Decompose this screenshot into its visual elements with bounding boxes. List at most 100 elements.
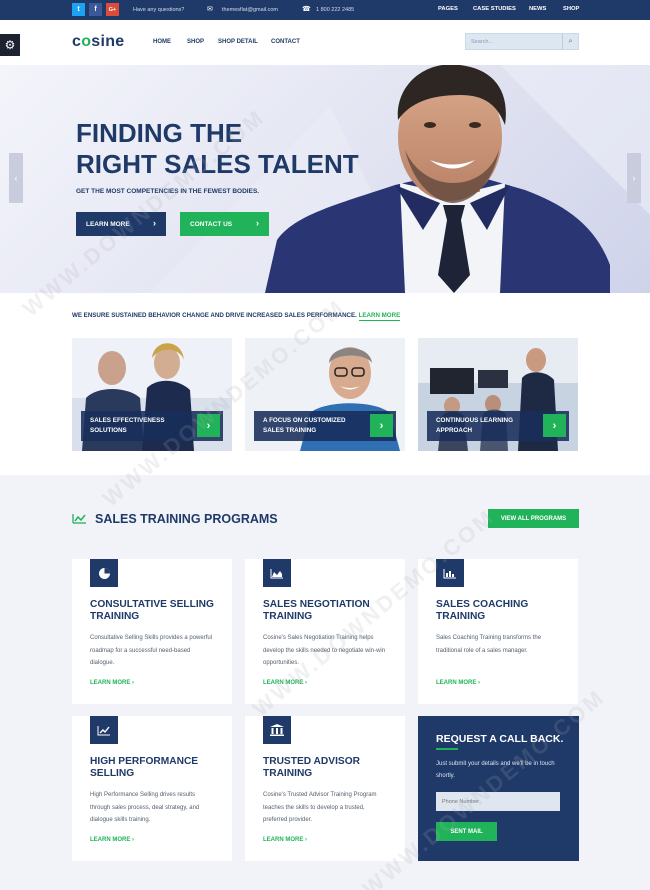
topnav-shop[interactable]: SHOP	[563, 6, 579, 12]
chevron-right-icon: ›	[478, 680, 481, 686]
tile-caption-line1: CONTINUOUS LEARNING	[436, 417, 513, 424]
callback-title: REQUEST A CALL BACK.	[436, 733, 564, 745]
pie-chart-icon	[90, 559, 118, 587]
learn-more-label: LEARN MORE	[436, 680, 477, 686]
program-description: High Performance Selling drives results …	[90, 792, 200, 823]
search-input[interactable]: Search... ⌕	[465, 33, 579, 50]
hero-contact-button[interactable]: CONTACT US ›	[180, 212, 269, 236]
tile-caption-line1: SALES EFFECTIVENESS	[90, 417, 165, 424]
hero-title-line1: FINDING THE	[76, 118, 243, 148]
title-underline	[436, 748, 458, 750]
program-learn-more-link[interactable]: LEARN MORE ›	[263, 837, 307, 843]
line-chart-icon	[90, 716, 118, 744]
intro-text: WE ENSURE SUSTAINED BEHAVIOR CHANGE AND …	[72, 312, 357, 319]
tile-caption: A FOCUS ON CUSTOMIZED SALES TRAINING ›	[254, 411, 396, 441]
program-description: Cosine's Trusted Advisor Training Progra…	[263, 792, 377, 823]
view-all-programs-button[interactable]: VIEW ALL PROGRAMS	[488, 509, 579, 528]
program-description: Cosine's Sales Negotiation Training help…	[263, 635, 386, 666]
learn-more-label: LEARN MORE	[263, 680, 304, 686]
hero-next-arrow[interactable]: ›	[627, 153, 641, 203]
phone-number-input[interactable]	[436, 792, 560, 811]
nav-shop-detail[interactable]: SHOP DETAIL	[218, 39, 258, 45]
twitter-icon[interactable]: t	[72, 3, 85, 16]
chevron-left-icon: ‹	[14, 173, 18, 183]
program-card: CONSULTATIVE SELLING TRAINING Consultati…	[72, 559, 232, 704]
chevron-right-icon: ›	[305, 837, 308, 843]
logo-text-start: c	[72, 33, 82, 50]
hero-slider: ‹ › FINDING THE RIGHT SALES TALENT GET TH…	[0, 65, 650, 293]
hero-learn-more-button[interactable]: LEARN MORE ›	[76, 212, 166, 236]
program-title[interactable]: CONSULTATIVE SELLING TRAINING	[90, 599, 225, 623]
program-card: HIGH PERFORMANCE SELLING High Performanc…	[72, 716, 232, 861]
gear-icon[interactable]: ⚙	[0, 34, 20, 56]
bar-chart-icon	[436, 559, 464, 587]
program-learn-more-link[interactable]: LEARN MORE ›	[436, 680, 480, 686]
google-plus-icon[interactable]: G+	[106, 3, 119, 16]
program-card: SALES COACHING TRAINING Sales Coaching T…	[418, 559, 578, 704]
intro-tagline: WE ENSURE SUSTAINED BEHAVIOR CHANGE AND …	[72, 312, 401, 321]
search-icon[interactable]: ⌕	[562, 34, 578, 49]
learn-more-label: LEARN MORE	[263, 837, 304, 843]
tile-caption-line2: SOLUTIONS	[90, 427, 127, 434]
phone-icon: ☎	[302, 6, 311, 13]
programs-title: SALES TRAINING PROGRAMS	[95, 512, 278, 526]
logo[interactable]: cosine	[72, 33, 125, 51]
nav-shop[interactable]: SHOP	[187, 39, 204, 45]
chevron-right-icon: ›	[632, 173, 636, 183]
facebook-icon[interactable]: f	[89, 3, 102, 16]
chevron-right-icon: ›	[305, 680, 308, 686]
callback-description: Just submit your details and we'll be in…	[436, 761, 555, 779]
program-description: Consultative Selling Skills provides a p…	[90, 635, 213, 666]
topnav-pages[interactable]: PAGES	[438, 6, 458, 12]
program-title[interactable]: HIGH PERFORMANCE SELLING	[90, 756, 225, 780]
feature-tile[interactable]: CONTINUOUS LEARNING APPROACH ›	[418, 338, 578, 451]
search-placeholder: Search...	[471, 39, 494, 45]
sent-mail-button[interactable]: SENT MAIL	[436, 822, 497, 841]
tile-caption-line2: SALES TRAINING	[263, 427, 317, 434]
callback-form: REQUEST A CALL BACK. Just submit your de…	[418, 716, 579, 861]
hero-title: FINDING THE RIGHT SALES TALENT	[76, 118, 376, 180]
tile-caption: CONTINUOUS LEARNING APPROACH ›	[427, 411, 569, 441]
nav-home[interactable]: HOME	[153, 39, 171, 45]
contact-phone: 1 800 222 2485	[316, 7, 355, 13]
top-bar: t f G+ Have any questions? ✉ themesflat@…	[0, 0, 650, 20]
topnav-case-studies[interactable]: CASE STUDIES	[473, 6, 516, 12]
intro-learn-more-link[interactable]: LEARN MORE	[358, 312, 401, 321]
chevron-right-icon: ›	[132, 680, 135, 686]
arrow-right-icon[interactable]: ›	[197, 414, 220, 437]
contact-email[interactable]: themesflat@gmail.com	[222, 7, 278, 13]
topnav-news[interactable]: NEWS	[529, 6, 546, 12]
questions-text: Have any questions?	[133, 7, 185, 13]
hero-learn-more-label: LEARN MORE	[86, 220, 130, 228]
mail-icon: ✉	[207, 6, 213, 13]
program-learn-more-link[interactable]: LEARN MORE ›	[263, 680, 307, 686]
line-chart-icon	[72, 512, 87, 527]
chevron-right-icon: ›	[256, 218, 259, 228]
program-title[interactable]: SALES NEGOTIATION TRAINING	[263, 599, 398, 623]
hero-title-line2: RIGHT SALES TALENT	[76, 149, 359, 179]
hero-contact-label: CONTACT US	[190, 220, 233, 228]
learn-more-label: LEARN MORE	[90, 837, 131, 843]
learn-more-label: LEARN MORE	[90, 680, 131, 686]
tile-caption: SALES EFFECTIVENESS SOLUTIONS ›	[81, 411, 223, 441]
arrow-right-icon[interactable]: ›	[370, 414, 393, 437]
feature-tile[interactable]: A FOCUS ON CUSTOMIZED SALES TRAINING ›	[245, 338, 405, 451]
program-title[interactable]: SALES COACHING TRAINING	[436, 599, 571, 623]
program-learn-more-link[interactable]: LEARN MORE ›	[90, 680, 134, 686]
hero-subtitle: GET THE MOST COMPETENCIES IN THE FEWEST …	[76, 188, 260, 195]
logo-text-o: o	[81, 33, 92, 50]
arrow-right-icon[interactable]: ›	[543, 414, 566, 437]
program-card: TRUSTED ADVISOR TRAINING Cosine's Truste…	[245, 716, 405, 861]
bank-icon	[263, 716, 291, 744]
chevron-right-icon: ›	[132, 837, 135, 843]
tile-caption-line2: APPROACH	[436, 427, 473, 434]
program-learn-more-link[interactable]: LEARN MORE ›	[90, 837, 134, 843]
logo-text-end: sine	[91, 33, 125, 50]
program-title[interactable]: TRUSTED ADVISOR TRAINING	[263, 756, 398, 780]
area-chart-icon	[263, 559, 291, 587]
feature-tile[interactable]: SALES EFFECTIVENESS SOLUTIONS ›	[72, 338, 232, 451]
hero-prev-arrow[interactable]: ‹	[9, 153, 23, 203]
chevron-right-icon: ›	[153, 218, 156, 228]
tile-caption-line1: A FOCUS ON CUSTOMIZED	[263, 417, 346, 424]
nav-contact[interactable]: CONTACT	[271, 39, 300, 45]
